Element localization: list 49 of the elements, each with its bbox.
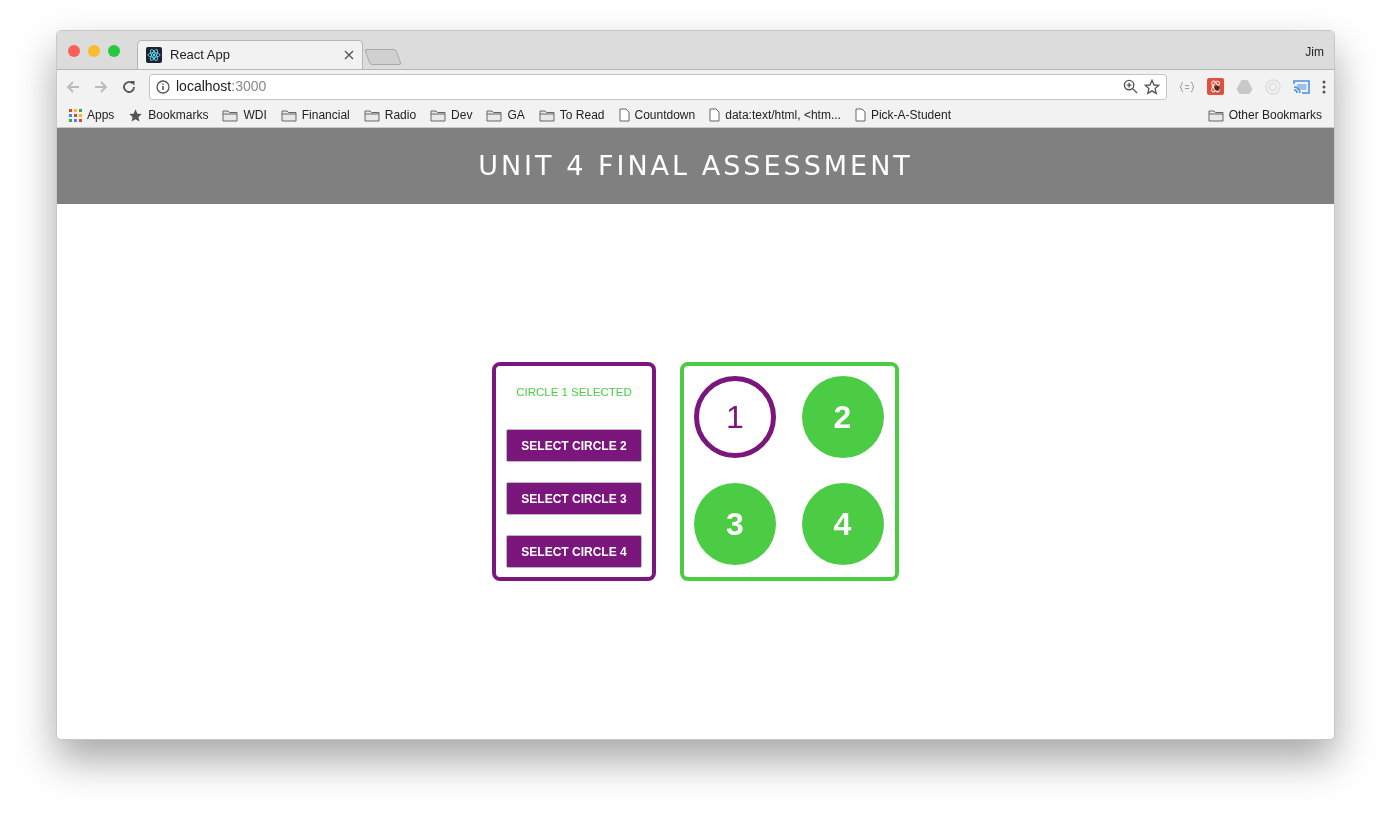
info-icon xyxy=(156,79,170,94)
atom-icon xyxy=(146,47,162,63)
folder-icon xyxy=(486,108,503,122)
cast-icon[interactable] xyxy=(1293,79,1310,94)
folder-icon xyxy=(538,108,555,122)
bookmark-link[interactable]: Bookmarks xyxy=(148,106,209,124)
address-text: localhost:3000 xyxy=(176,77,268,96)
folder-icon xyxy=(363,108,380,122)
zoom-icon[interactable] xyxy=(1123,79,1138,94)
profile-name[interactable]: Jim xyxy=(1305,43,1324,61)
extension-icon[interactable] xyxy=(1207,78,1224,95)
folder-icon xyxy=(280,108,297,122)
page-icon xyxy=(618,108,630,122)
page-icon xyxy=(854,108,866,122)
forward-arrow-icon[interactable] xyxy=(93,78,109,95)
new-tab-button[interactable] xyxy=(364,49,402,65)
bookmark-link[interactable]: Other Bookmarks xyxy=(1228,106,1322,124)
browser-tab[interactable]: React App xyxy=(137,40,363,69)
menu-icon[interactable] xyxy=(1322,79,1326,94)
star-outline-icon[interactable] xyxy=(1144,78,1160,95)
bookmark-link[interactable]: Countdown xyxy=(634,106,696,124)
bookmark-link[interactable]: WDI xyxy=(243,106,267,124)
bookmark-link[interactable]: Apps xyxy=(87,106,115,124)
bookmark-link[interactable]: Radio xyxy=(384,106,417,124)
address-bar[interactable]: localhost:3000 xyxy=(149,73,1167,100)
bookmark-link[interactable]: To Read xyxy=(559,106,605,124)
bookmark-link[interactable]: GA xyxy=(507,106,525,124)
back-arrow-icon[interactable] xyxy=(65,78,81,95)
reload-icon[interactable] xyxy=(121,78,137,95)
folder-icon xyxy=(222,108,239,122)
braces-icon[interactable] xyxy=(1179,80,1195,93)
bookmark-link[interactable]: Dev xyxy=(451,106,473,124)
page-icon xyxy=(709,108,721,122)
bookmark-link[interactable]: Pick-A-Student xyxy=(870,106,951,124)
close-tab-icon[interactable] xyxy=(344,50,354,60)
bookmark-link[interactable]: Financial xyxy=(301,106,350,124)
select-circle-button[interactable]: SELECT CIRCLE 4 xyxy=(506,535,642,569)
star-icon xyxy=(128,107,144,123)
select-circle-button[interactable]: SELECT CIRCLE 2 xyxy=(506,429,642,463)
bookmark-link[interactable]: data:text/html, <htm... xyxy=(725,106,841,124)
folder-icon xyxy=(430,108,447,122)
folder-icon xyxy=(1207,108,1224,122)
zoom-window-icon[interactable] xyxy=(108,45,120,57)
select-circle-button[interactable]: SELECT CIRCLE 3 xyxy=(506,482,642,516)
status-text: CIRCLE 1 SELECTED xyxy=(516,385,632,400)
page-title: UNIT 4 FINAL ASSESSMENT xyxy=(478,148,913,183)
apps-grid-icon xyxy=(69,108,82,122)
tab-title: React App xyxy=(170,46,231,65)
close-window-icon[interactable] xyxy=(68,45,80,57)
